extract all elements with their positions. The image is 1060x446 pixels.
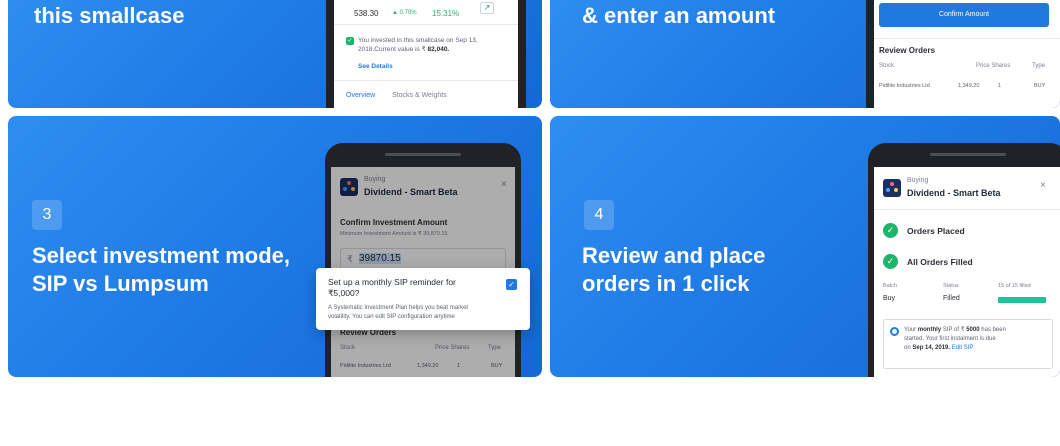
sip-popup-title-line-1: Set up a monthly SIP reminder for [328, 277, 456, 287]
col-type: Type [1032, 63, 1046, 69]
fill-progress-track [998, 297, 1046, 303]
sip-popup-title: Set up a monthly SIP reminder for ₹5,000… [328, 277, 456, 299]
step-3-headline-line-2: SIP vs Lumpsum [32, 271, 209, 296]
orders-filled-status: All Orders Filled [907, 257, 973, 267]
price-change: ▲ 0.70% [392, 10, 417, 16]
smallcase-title: Dividend - Smart Beta [907, 188, 1001, 198]
sip-popup-desc-line-1: A Systematic Investment Plan helps you b… [328, 305, 469, 311]
step-card-3: 3 Select investment mode, SIP vs Lumpsum… [8, 116, 542, 377]
close-icon[interactable]: × [1040, 180, 1046, 191]
step-card-2: & enter an amount Confirm Amount Review … [550, 0, 1060, 108]
step-number-4: 4 [584, 200, 614, 230]
buying-label: Buying [907, 177, 929, 184]
sip-started-notice: Your monthly SIP of ₹ 5000 has been star… [883, 319, 1053, 369]
info-icon [890, 327, 899, 336]
filled-count: 15 of 15 filled [998, 283, 1031, 289]
sip-reminder-popup: Set up a monthly SIP reminder for ₹5,000… [316, 268, 530, 330]
row-type: BUY [1034, 83, 1046, 89]
step-card-4: 4 Review and place orders in 1 click Buy… [550, 116, 1060, 377]
invested-line-1: You invested in this smallcase on Sep 13… [358, 37, 478, 44]
step-4-headline: Review and place orders in 1 click [582, 242, 765, 298]
phone-mockup-1: 538.30 ▲ 0.70% 15.31% ↗ ✓ You invested i… [326, 0, 526, 108]
status-value: Filled [943, 295, 960, 302]
sip-popup-desc-line-2: volatility. You can edit SIP configurati… [328, 314, 455, 320]
invested-line-2: 2018.Current value is ₹ [358, 46, 426, 53]
return-value: 15.31% [432, 9, 460, 18]
phone-screen-2: Confirm Amount Review Orders Stock Price… [874, 0, 1060, 108]
see-details-link[interactable]: See Details [358, 63, 393, 70]
phone-speaker [385, 153, 461, 156]
divider [874, 38, 1060, 39]
confirm-amount-button[interactable]: Confirm Amount [879, 3, 1049, 27]
invested-value: 82,040. [427, 46, 450, 53]
price-value: 538.30 [354, 9, 379, 18]
step-card-1: this smallcase 538.30 ▲ 0.70% 15.31% ↗ ✓… [8, 0, 542, 108]
step-4-headline-line-2: orders in 1 click [582, 271, 750, 296]
orders-placed-status: Orders Placed [907, 226, 965, 236]
orders-filled-check-icon: ✓ [883, 254, 898, 269]
chart-icon[interactable]: ↗ [480, 2, 494, 14]
step-3-headline-line-1: Select investment mode, [32, 243, 290, 268]
row-stock: Pidilite Industries Ltd [879, 83, 930, 89]
phone-mockup-2: Confirm Amount Review Orders Stock Price… [866, 0, 1060, 108]
phone-mockup-4: Buying Dividend - Smart Beta × ✓ Orders … [868, 143, 1060, 377]
batch-label: Batch [883, 283, 898, 289]
orders-placed-check-icon: ✓ [883, 223, 898, 238]
sip-notice-text: Your monthly SIP of ₹ 5000 has been star… [904, 327, 1006, 351]
row-price: 1,349.20 [958, 83, 980, 89]
sip-popup-title-line-2: ₹5,000? [328, 288, 360, 298]
status-label: Status [943, 283, 959, 289]
divider [334, 80, 518, 81]
divider [334, 24, 518, 25]
sip-reminder-checkbox[interactable]: ✓ [506, 279, 517, 290]
smallcase-logo-icon [883, 179, 901, 197]
phone-mockup-3: Buying Dividend - Smart Beta × Confirm I… [325, 143, 521, 377]
tab-stocks-weights[interactable]: Stocks & Weights [392, 92, 447, 99]
edit-sip-link[interactable]: Edit SIP [952, 345, 974, 351]
batch-value: Buy [883, 295, 896, 302]
step-2-headline: & enter an amount [582, 3, 776, 28]
row-shares: 1 [998, 83, 1002, 89]
step-3-headline: Select investment mode, SIP vs Lumpsum [32, 242, 290, 298]
col-price-shares: Price Shares [976, 63, 1011, 69]
step-4-headline-line-1: Review and place [582, 243, 766, 268]
phone-speaker [930, 153, 1006, 156]
sip-popup-description: A Systematic Investment Plan helps you b… [328, 304, 468, 322]
review-orders-title: Review Orders [879, 46, 936, 55]
invested-note: You invested in this smallcase on Sep 13… [358, 36, 478, 54]
divider [874, 209, 1060, 210]
phone-screen-1: 538.30 ▲ 0.70% 15.31% ↗ ✓ You invested i… [334, 0, 518, 108]
step-number-3: 3 [32, 200, 62, 230]
phone-screen-4: Buying Dividend - Smart Beta × ✓ Orders … [874, 167, 1060, 377]
col-stock: Stock [879, 63, 895, 69]
step-1-headline: this smallcase [34, 3, 185, 28]
tab-overview[interactable]: Overview [346, 92, 375, 99]
fill-progress-bar [998, 297, 1046, 303]
check-icon: ✓ [346, 37, 354, 45]
